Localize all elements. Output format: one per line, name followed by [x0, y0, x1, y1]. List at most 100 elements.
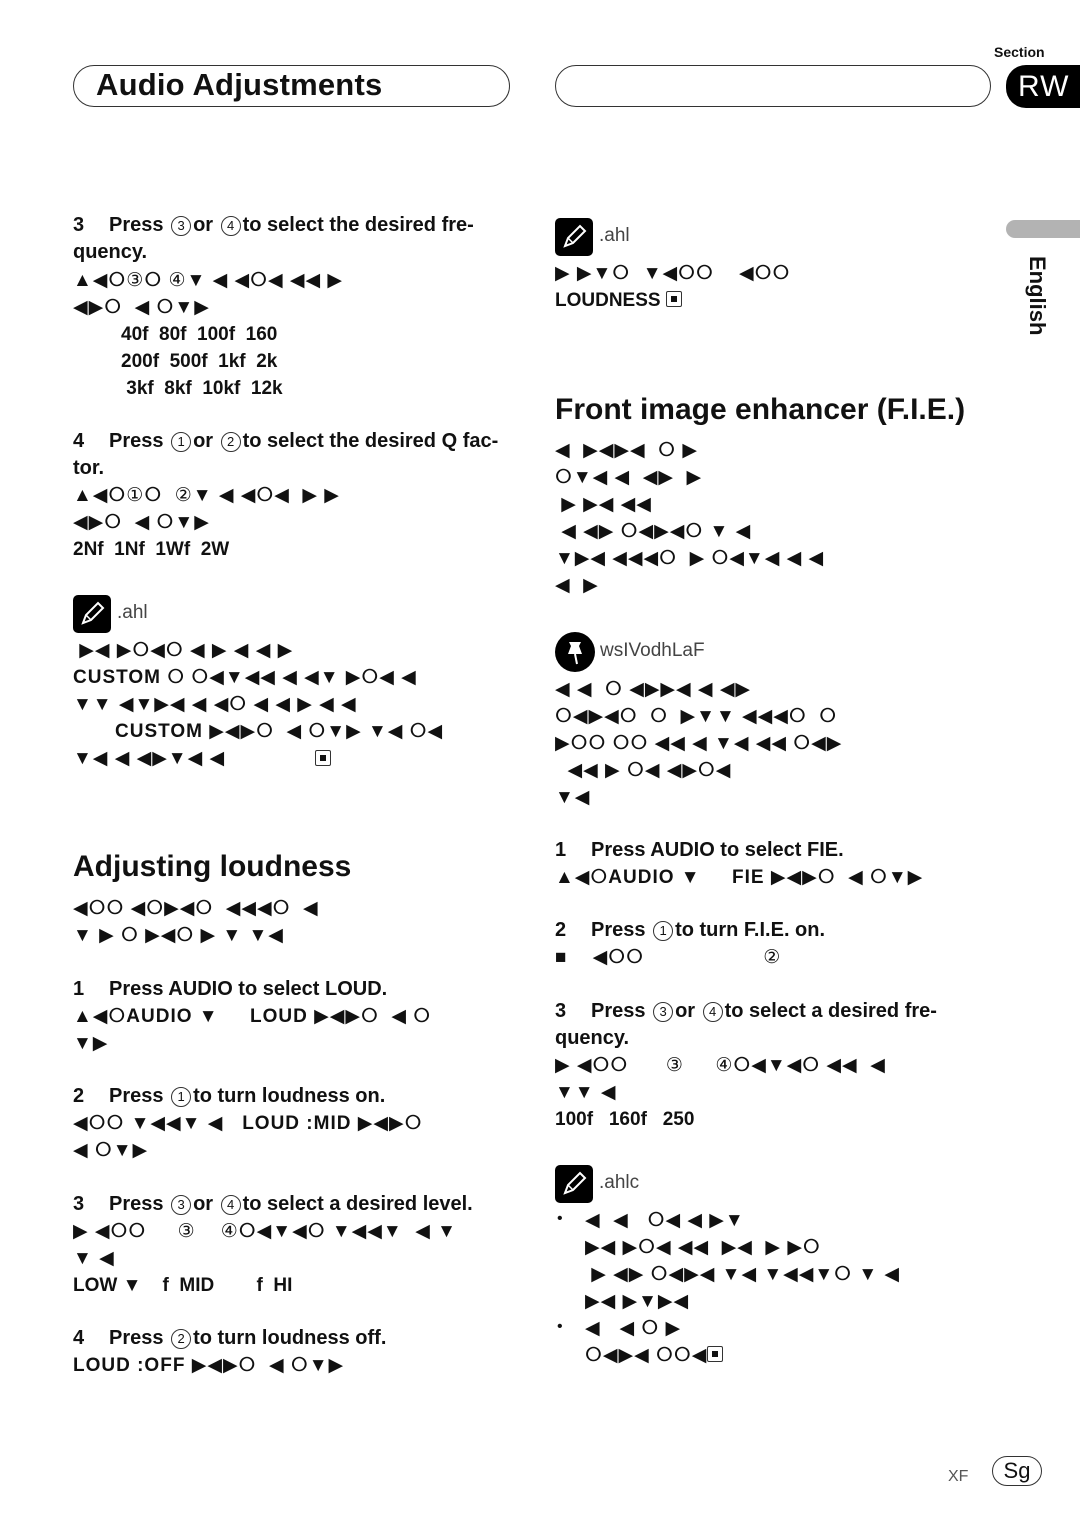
step-detail: ▲◀ⵔAUDIO ▼ LOUD ▶◀▶ⵔ ◀ ⵔ — [73, 1006, 432, 1027]
intro-text: ◀ ▶ — [555, 575, 599, 596]
end-mark-icon — [665, 291, 682, 307]
chapter-title-box: Audio Adjustments — [73, 65, 510, 107]
step-detail: ■ ◀ⵔⵔ ② — [555, 947, 782, 968]
important-text: ◀ ◀ ⵔ ◀▶▶◀ ◀ ◀▶ — [555, 679, 752, 700]
step-number: 1 — [555, 839, 567, 861]
language-tab-marker — [1006, 220, 1080, 238]
intro-text: ◀ⵔⵔ ◀ⵔ▶◀ⵔ ◀◀◀ⵔ ◀ — [73, 898, 319, 919]
note-bullet-text: ▶ ◀▶ ⵔ◀▶◀ ▼◀ ▼◀◀▼ⵔ ▼ ◀ — [585, 1264, 901, 1285]
page-number: Sg — [992, 1456, 1042, 1486]
note-bullet-text: ◀ ◀ ⵔ◀ ◀ ▶▼ — [585, 1210, 745, 1231]
intro-text: ⵔ▼◀ ◀ ◀▶ ▶ — [555, 467, 703, 488]
language-tab: English — [1006, 256, 1058, 346]
step-detail: LOUD :OFF ▶◀▶ⵔ ◀ ⵔ▼▶ — [73, 1355, 345, 1376]
step-select-frequency: 3 Press 3 or 4 to select the desired fre- q… — [73, 214, 474, 263]
step-detail: ▼▶ — [73, 1033, 109, 1054]
button-3-icon: 3 — [653, 1002, 674, 1022]
button-2-icon: 2 — [220, 432, 241, 452]
note-pencil-icon — [73, 595, 111, 633]
empty-title-box — [555, 65, 991, 107]
intro-text: ▼▶◀ ◀◀◀ⵔ ▶ ⵔ◀▼◀ ◀ ◀ — [555, 548, 825, 569]
step-number: 4 — [73, 1327, 85, 1349]
note-text: CUSTOM ▶◀▶ⵔ ◀ ⵔ▼▶ ▼◀ ⵔ◀ — [115, 721, 444, 742]
garbled-text: ▲◀ⵔ①ⵔ ②▼ ◀ ◀ⵔ◀ ▶ ▶ — [73, 485, 340, 506]
step-number: 3 — [73, 214, 85, 236]
important-text: ▶ⵔⵔ ⵔⵔ ◀◀ ◀ ▼◀ ◀◀ ⵔ◀▶ — [555, 733, 843, 754]
end-mark-icon — [707, 1346, 724, 1362]
step-select-level: 3 Press 3 or 4 to select a desired level. — [73, 1191, 473, 1218]
section-heading-loudness: Adjusting loudness — [73, 850, 352, 883]
step-select-fie-frequency: 3 Press 3 or 4 to select a desired fre- que… — [555, 1000, 937, 1049]
frequency-list-row: 3kf 8kf 10kf 12k — [121, 378, 283, 399]
step-detail: ◀ ⵔ▼▶ — [73, 1140, 149, 1161]
garbled-text: ◀▶ⵔ ◀ ⵔ▼▶ — [73, 297, 210, 318]
note-bullet-text: ▶◀ ▶▼▶◀ — [585, 1291, 690, 1312]
loudness-levels: LOW ▼ f MID f HI — [73, 1275, 293, 1296]
note-text: CUSTOM ⵔ ⵔ◀▼◀◀ ◀ ◀▼ ▶ⵔ◀ ◀ — [73, 667, 417, 688]
button-4-icon: 4 — [220, 216, 241, 236]
step-number: 2 — [73, 1085, 85, 1107]
step-fie-on: 2 Press 1 to turn F.I.E. on. — [555, 917, 825, 944]
section-label: Section — [994, 44, 1045, 60]
button-3-icon: 3 — [171, 1195, 192, 1215]
important-pin-icon — [555, 632, 595, 672]
intro-text: ▼ ▶ ⵔ ▶◀ⵔ ▶ ▼ ▼◀ — [73, 925, 284, 946]
button-1-icon: 1 — [653, 921, 674, 941]
step-number: 3 — [73, 1193, 85, 1215]
button-1-icon: 1 — [171, 432, 192, 452]
important-label: wsIVodhLaF — [600, 640, 705, 661]
step-number: 1 — [73, 978, 85, 1000]
note-pencil-icon — [555, 1165, 593, 1203]
intro-text: ◀ ◀▶ ⵔ◀▶◀ⵔ ▼ ◀ — [555, 521, 752, 542]
bullet-icon: • — [557, 1210, 563, 1227]
step-select-loud: 1 Press AUDIO to select LOUD. — [73, 976, 387, 1003]
important-text: ▼◀ — [555, 787, 591, 808]
note-text: ▶◀ ▶ⵔ◀ⵔ ◀ ▶ ◀ ◀ ▶ — [73, 640, 294, 661]
intro-text: ◀ ▶◀▶◀ ⵔ ▶ — [555, 440, 698, 461]
step-detail: ▼▼ ◀ — [555, 1082, 617, 1103]
q-factor-values: 2Nf 1Nf 1Wf 2W — [73, 539, 230, 560]
end-mark-icon — [315, 750, 331, 766]
step-detail: ▶ ◀ⵔⵔ ③ ④ⵔ◀▼◀ⵔ ◀◀ ◀ — [555, 1055, 886, 1076]
note-text: ▼◀ ◀ ◀▶▼◀ ◀ — [73, 748, 226, 769]
note-bullet-text: ◀ ◀ ⵔ ▶ — [585, 1318, 682, 1339]
button-4-icon: 4 — [220, 1195, 241, 1215]
bullet-icon: • — [557, 1318, 563, 1335]
frequency-list-row: 200f 500f 1kf 2k — [121, 351, 278, 372]
step-detail: ▶ ◀ⵔⵔ ③ ④ⵔ◀▼◀ⵔ ▼◀◀▼ ◀ ▼ — [73, 1221, 457, 1242]
intro-text: ▶ ▶◀ ◀◀ — [555, 494, 652, 515]
step-loudness-off: 4 Press 2 to turn loudness off. — [73, 1325, 386, 1352]
step-loudness-on: 2 Press 1 to turn loudness on. — [73, 1083, 385, 1110]
button-2-icon: 2 — [171, 1329, 192, 1349]
note-text: ▶ ▶▼ⵔ ▼◀ⵔⵔ ◀ⵔⵔ — [555, 263, 791, 284]
note-bullet-text: ⵔ◀▶◀ ⵔⵔ◀ — [585, 1342, 724, 1369]
chapter-title: Audio Adjustments — [96, 67, 383, 102]
important-text: ⵔ◀▶◀ⵔ ⵔ ▶▼▼ ◀◀◀ⵔ ⵔ — [555, 706, 838, 727]
garbled-text: ◀▶ⵔ ◀ ⵔ▼▶ — [73, 512, 210, 533]
note-bullet-text: ▶◀ ▶ⵔ◀ ◀◀ ▶◀ ▶ ▶ⵔ — [585, 1237, 821, 1258]
step-detail: ◀ⵔⵔ ▼◀◀▼ ◀ LOUD :MID ▶◀▶ⵔ — [73, 1113, 423, 1134]
button-3-icon: 3 — [171, 216, 192, 236]
note-text: ▼▼ ◀▼▶◀ ◀ ◀ⵔ ◀ ◀ ▶ ◀ ◀ — [73, 694, 357, 715]
section-heading-fie: Front image enhancer (F.I.E.) — [555, 393, 966, 426]
section-number-badge: RW — [1006, 65, 1080, 108]
garbled-text: ▲◀ⵔ③ⵔ ④▼ ◀ ◀ⵔ◀ ◀◀ ▶ — [73, 270, 343, 291]
step-detail: ▲◀ⵔAUDIO ▼ FIE ▶◀▶ⵔ ◀ ⵔ▼▶ — [555, 867, 924, 888]
step-number: 3 — [555, 1000, 567, 1022]
step-detail: ▼ ◀ — [73, 1248, 115, 1269]
note-label: .ahl — [599, 225, 630, 246]
language-label: English — [1025, 256, 1050, 336]
note-text: LOUDNESS — [555, 287, 682, 314]
step-number: 4 — [73, 430, 85, 452]
step-select-fie: 1 Press AUDIO to select FIE. — [555, 837, 844, 864]
note-label: .ahl — [117, 602, 148, 623]
step-select-q-factor: 4 Press 1 or 2 to select the desired Q fac-… — [73, 430, 499, 479]
page-prefix: XF — [948, 1468, 969, 1485]
button-4-icon: 4 — [702, 1002, 723, 1022]
note-pencil-icon — [555, 218, 593, 256]
notes-label: .ahlc — [599, 1172, 640, 1193]
frequency-list-row: 40f 80f 100f 160 — [121, 324, 278, 345]
fie-frequency-values: 100f 160f 250 — [555, 1109, 695, 1130]
important-text: ◀◀ ▶ ⵔ◀ ◀▶ⵔ◀ — [555, 760, 732, 781]
button-1-icon: 1 — [171, 1087, 192, 1107]
